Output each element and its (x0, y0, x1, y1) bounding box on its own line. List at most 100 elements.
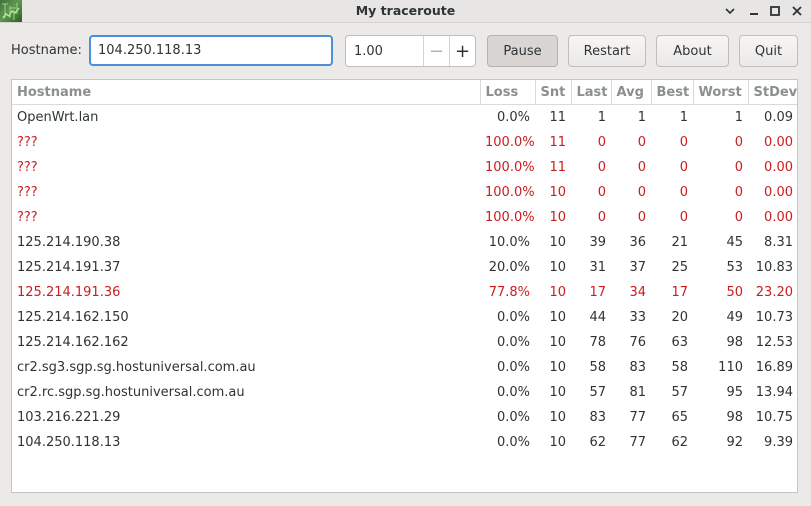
cell-last: 0 (597, 135, 606, 150)
cell-best: 62 (671, 435, 688, 450)
minimize-icon[interactable] (745, 2, 763, 20)
cell-worst: 92 (726, 435, 743, 450)
cell-worst: 49 (726, 310, 743, 325)
table-row[interactable]: ??? 100.0% 11 0 0 0 0 0.00 (12, 155, 797, 180)
cell-avg: 0 (637, 185, 646, 200)
cell-snt: 10 (549, 235, 566, 250)
cell-best: 0 (679, 210, 688, 225)
cell-last: 39 (589, 235, 606, 250)
cell-best: 1 (679, 110, 688, 125)
cell-last: 0 (597, 185, 606, 200)
cell-last: 31 (589, 260, 606, 275)
cell-last: 57 (589, 385, 606, 400)
title-bar[interactable]: My traceroute (0, 0, 811, 23)
cell-avg: 33 (629, 310, 646, 325)
pause-button[interactable]: Pause (487, 35, 558, 67)
cell-hostname: ??? (17, 210, 38, 225)
cell-best: 63 (671, 335, 688, 350)
cell-best: 20 (671, 310, 688, 325)
cell-worst: 45 (726, 235, 743, 250)
cell-snt: 10 (549, 385, 566, 400)
cell-avg: 1 (637, 110, 646, 125)
table-body: OpenWrt.lan 0.0% 11 1 1 1 1 0.09??? 100.0% 11 0 0 0 0… (12, 105, 797, 456)
table-row[interactable]: OpenWrt.lan 0.0% 11 1 1 1 1 0.09 (12, 105, 797, 131)
cell-hostname: 104.250.118.13 (17, 435, 121, 450)
interval-decrement-button[interactable]: − (423, 36, 449, 66)
table-row[interactable]: 125.214.191.37 20.0% 10 31 37 25 53 10.83 (12, 255, 797, 280)
cell-snt: 11 (549, 135, 566, 150)
quit-button[interactable]: Quit (739, 35, 798, 67)
cell-stdev: 0.00 (764, 210, 793, 225)
cell-stdev: 0.00 (764, 185, 793, 200)
cell-best: 0 (679, 135, 688, 150)
cell-loss: 0.0% (496, 310, 530, 325)
close-icon[interactable] (788, 2, 806, 20)
cell-snt: 10 (549, 360, 566, 375)
column-header-worst[interactable]: Worst (693, 80, 749, 105)
column-header-loss[interactable]: Loss (480, 80, 536, 105)
cell-loss: 100.0% (485, 210, 535, 225)
cell-avg: 77 (629, 435, 646, 450)
table-row[interactable]: ??? 100.0% 11 0 0 0 0 0.00 (12, 130, 797, 155)
column-header-snt[interactable]: Snt (535, 80, 572, 105)
cell-last: 0 (597, 160, 606, 175)
cell-last: 1 (597, 110, 606, 125)
table-row[interactable]: 103.216.221.29 0.0% 10 83 77 65 98 10.75 (12, 405, 797, 430)
results-table-frame[interactable]: Hostname Loss Snt Last Avg Best Worst St… (11, 79, 798, 493)
cell-last: 0 (597, 210, 606, 225)
cell-hostname: OpenWrt.lan (17, 110, 99, 125)
cell-avg: 0 (637, 135, 646, 150)
cell-worst: 0 (734, 185, 743, 200)
cell-snt: 10 (549, 410, 566, 425)
cell-stdev: 13.94 (755, 385, 793, 400)
table-row[interactable]: ??? 100.0% 10 0 0 0 0 0.00 (12, 180, 797, 205)
column-header-hostname[interactable]: Hostname (12, 80, 481, 105)
interval-value[interactable] (346, 36, 423, 66)
chevron-down-icon[interactable] (721, 2, 739, 20)
hostname-label: Hostname: (11, 43, 82, 58)
column-header-last[interactable]: Last (571, 80, 612, 105)
cell-snt: 10 (549, 335, 566, 350)
interval-increment-button[interactable]: + (449, 36, 475, 66)
maximize-icon[interactable] (766, 2, 784, 20)
cell-stdev: 0.00 (764, 160, 793, 175)
cell-hostname: 103.216.221.29 (17, 410, 121, 425)
cell-loss: 100.0% (485, 135, 535, 150)
column-header-best[interactable]: Best (651, 80, 694, 105)
table-row[interactable]: 104.250.118.13 0.0% 10 62 77 62 92 9.39 (12, 430, 797, 455)
table-row[interactable]: 125.214.190.38 10.0% 10 39 36 21 45 8.31 (12, 230, 797, 255)
cell-snt: 10 (549, 435, 566, 450)
cell-loss: 0.0% (496, 110, 530, 125)
cell-snt: 11 (549, 110, 566, 125)
cell-snt: 10 (549, 310, 566, 325)
cell-hostname: 125.214.162.162 (17, 335, 129, 350)
table-row[interactable]: 125.214.191.36 77.8% 10 17 34 17 50 23.20 (12, 280, 797, 305)
cell-loss: 10.0% (488, 235, 530, 250)
table-row[interactable]: 125.214.162.150 0.0% 10 44 33 20 49 10.73 (12, 305, 797, 330)
cell-last: 44 (589, 310, 606, 325)
cell-hostname: cr2.sg3.sgp.sg.hostuniversal.com.au (17, 360, 256, 375)
table-row[interactable]: cr2.sg3.sgp.sg.hostuniversal.com.au 0.0% 1… (12, 355, 797, 380)
cell-snt: 10 (549, 285, 566, 300)
interval-spinbutton[interactable]: − + (345, 35, 476, 67)
cell-worst: 95 (726, 385, 743, 400)
cell-avg: 0 (637, 210, 646, 225)
cell-stdev: 16.89 (755, 360, 793, 375)
cell-last: 17 (589, 285, 606, 300)
column-header-stdev[interactable]: StDev (748, 80, 797, 105)
hostname-input[interactable] (89, 35, 333, 66)
table-row[interactable]: 125.214.162.162 0.0% 10 78 76 63 98 12.53 (12, 330, 797, 355)
restart-button[interactable]: Restart (568, 35, 646, 67)
cell-loss: 0.0% (496, 385, 530, 400)
cell-hostname: ??? (17, 185, 38, 200)
cell-best: 0 (679, 185, 688, 200)
column-header-avg[interactable]: Avg (611, 80, 652, 105)
table-row[interactable]: ??? 100.0% 10 0 0 0 0 0.00 (12, 205, 797, 230)
cell-worst: 110 (718, 360, 743, 375)
cell-last: 58 (589, 360, 606, 375)
cell-avg: 36 (629, 235, 646, 250)
cell-loss: 100.0% (485, 160, 535, 175)
cell-best: 65 (671, 410, 688, 425)
table-row[interactable]: cr2.rc.sgp.sg.hostuniversal.com.au 0.0% 10… (12, 380, 797, 405)
about-button[interactable]: About (656, 35, 729, 67)
